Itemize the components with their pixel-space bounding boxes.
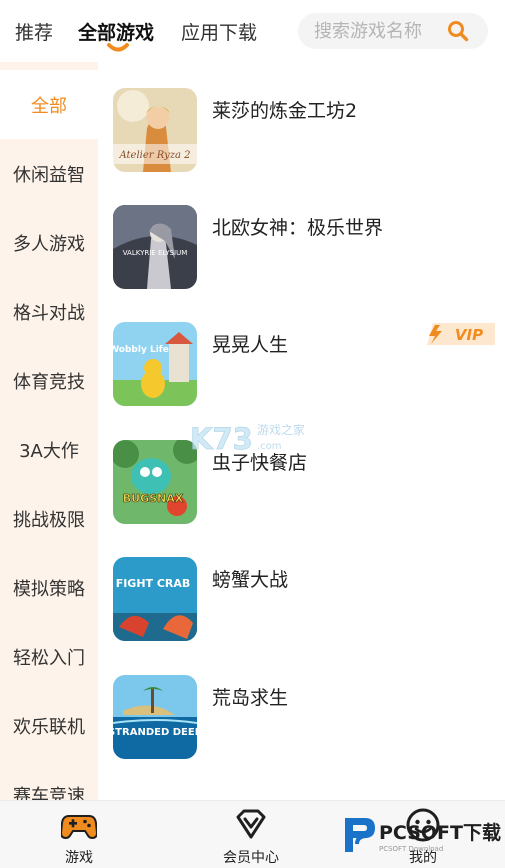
svg-text:STRANDED DEEP: STRANDED DEEP (113, 727, 197, 738)
svg-text:FIGHT CRAB: FIGHT CRAB (116, 577, 191, 590)
category-3a[interactable]: 3A大作 (0, 415, 98, 484)
svg-text:Wobbly Life: Wobbly Life (113, 345, 169, 355)
game-item[interactable]: VALKYRIE ELYSIUM 北欧女神：极乐世界 (113, 205, 493, 289)
gamepad-icon (61, 815, 97, 840)
active-tab-indicator (107, 43, 129, 52)
svg-text:VIP: VIP (455, 326, 483, 344)
game-title[interactable]: 荒岛求生 (212, 683, 288, 710)
category-all[interactable]: 全部 (0, 70, 98, 139)
top-bar: 推荐 全部游戏 应用下载 (0, 0, 505, 62)
game-item[interactable]: STRANDED DEEP 荒岛求生 (113, 675, 493, 759)
vip-badge: VIP (427, 323, 495, 345)
svg-text:PCSOFT Download: PCSOFT Download (379, 845, 443, 853)
game-title[interactable]: 莱莎的炼金工坊2 (212, 96, 357, 123)
category-coop[interactable]: 欢乐联机 (0, 691, 98, 760)
svg-text:Atelier Ryza 2: Atelier Ryza 2 (118, 150, 190, 161)
tab-recommend[interactable]: 推荐 (15, 18, 53, 45)
diamond-icon (236, 809, 266, 839)
game-item[interactable]: FIGHT CRAB 螃蟹大战 (113, 557, 493, 641)
k73-watermark: K73 游戏之家 .com (190, 422, 305, 457)
game-cover[interactable]: VALKYRIE ELYSIUM (113, 205, 197, 289)
svg-text:BUGSNAX: BUGSNAX (123, 492, 184, 505)
app-root: 推荐 全部游戏 应用下载 全部 休闲益智 多人游戏 格斗对战 体育竞技 3A大作… (0, 0, 505, 868)
search-icon[interactable] (447, 20, 469, 42)
category-sports[interactable]: 体育竞技 (0, 346, 98, 415)
svg-text:.com: .com (257, 441, 282, 452)
category-easy-start[interactable]: 轻松入门 (0, 622, 98, 691)
svg-text:PCSOFT下载: PCSOFT下载 (379, 821, 501, 844)
tab-app-download[interactable]: 应用下载 (181, 18, 257, 45)
game-cover[interactable]: Atelier Ryza 2 (113, 88, 197, 172)
category-simulation-strategy[interactable]: 模拟策略 (0, 553, 98, 622)
game-title[interactable]: 晃晃人生 (212, 330, 288, 357)
game-title[interactable]: 北欧女神：极乐世界 (212, 213, 383, 240)
category-sidebar: 全部 休闲益智 多人游戏 格斗对战 体育竞技 3A大作 挑战极限 模拟策略 轻松… (0, 62, 98, 807)
nav-member-center-label: 会员中心 (223, 850, 279, 866)
game-cover[interactable]: Wobbly Life (113, 322, 197, 406)
game-item[interactable]: Atelier Ryza 2 莱莎的炼金工坊2 (113, 88, 493, 172)
category-multiplayer[interactable]: 多人游戏 (0, 208, 98, 277)
game-cover[interactable]: STRANDED DEEP (113, 675, 197, 759)
category-fighting[interactable]: 格斗对战 (0, 277, 98, 346)
tab-all-games[interactable]: 全部游戏 (78, 18, 154, 45)
game-cover[interactable]: FIGHT CRAB (113, 557, 197, 641)
svg-text:游戏之家: 游戏之家 (257, 422, 305, 437)
nav-member-center[interactable]: 会员中心 (191, 801, 311, 868)
nav-games-label: 游戏 (65, 850, 93, 866)
svg-text:VALKYRIE ELYSIUM: VALKYRIE ELYSIUM (123, 249, 188, 257)
svg-text:K73: K73 (190, 422, 253, 456)
search-box[interactable] (298, 13, 488, 49)
game-title[interactable]: 螃蟹大战 (212, 565, 288, 592)
search-input[interactable] (314, 19, 446, 43)
category-casual-puzzle[interactable]: 休闲益智 (0, 139, 98, 208)
game-cover[interactable]: BUGSNAX (113, 440, 197, 524)
category-challenge[interactable]: 挑战极限 (0, 484, 98, 553)
nav-games[interactable]: 游戏 (19, 801, 139, 868)
pcsoft-logo: PCSOFT下载 PCSOFT Download (345, 818, 501, 853)
